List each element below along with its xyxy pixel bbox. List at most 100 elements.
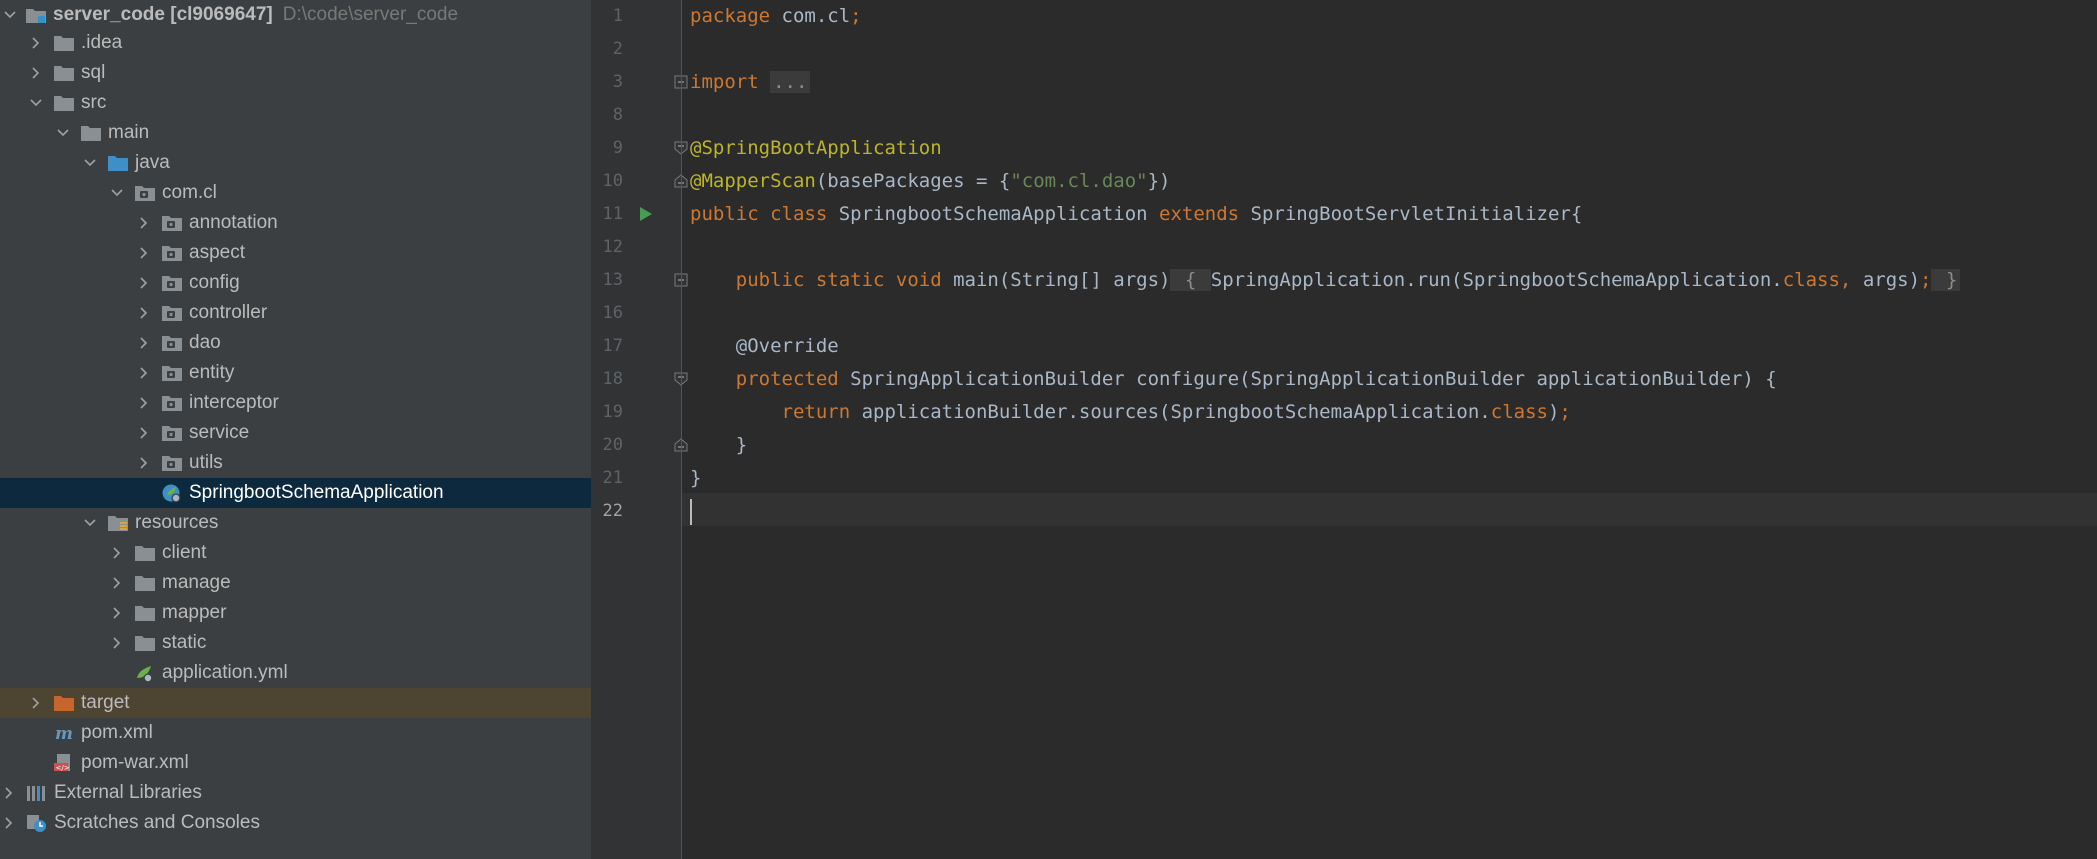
code-line[interactable]: package com.cl; (690, 0, 862, 33)
chevron-right-icon[interactable] (136, 275, 152, 291)
chevron-right-icon[interactable] (28, 65, 44, 81)
chevron-right-icon[interactable] (136, 395, 152, 411)
project-root-row[interactable]: server_code [cl9069647] D:\code\server_c… (0, 0, 591, 30)
tree-row-config[interactable]: config (0, 268, 591, 298)
code-token: protected (735, 368, 851, 390)
tree-row-entity[interactable]: entity (0, 358, 591, 388)
line-number: 20 (602, 435, 623, 455)
scratches-icon (26, 813, 48, 833)
chevron-down-icon[interactable] (82, 155, 98, 171)
chevron-right-icon[interactable] (28, 35, 44, 51)
chevron-right-icon[interactable] (136, 305, 152, 321)
tree-row-external-libraries[interactable]: External Libraries (0, 778, 591, 808)
code-line[interactable]: @MapperScan(basePackages = {"com.cl.dao"… (690, 165, 1170, 198)
folded-code-placeholder[interactable]: { (1170, 269, 1211, 291)
code-editor[interactable]: 1 2 3 8 9 10 11 12 13 16 17 18 19 20 21 22 package com.… (591, 0, 2097, 859)
current-line-highlight (682, 493, 2097, 526)
tree-row-mapper[interactable]: mapper (0, 598, 591, 628)
line-number: 18 (602, 369, 623, 389)
chevron-down-icon[interactable] (28, 95, 44, 111)
chevron-right-icon[interactable] (109, 605, 125, 621)
tree-row-label: interceptor (189, 392, 279, 413)
tree-row-label: dao (189, 332, 221, 353)
tree-row-utils[interactable]: utils (0, 448, 591, 478)
tree-row-sql[interactable]: sql (0, 58, 591, 88)
code-token: return (781, 401, 862, 423)
resources-folder-icon (107, 513, 129, 533)
folded-code-placeholder[interactable]: ... (770, 71, 811, 93)
package-icon (161, 303, 183, 323)
chevron-right-icon[interactable] (1, 785, 17, 801)
code-token: @MapperScan (690, 170, 816, 192)
code-line[interactable]: @Override (690, 330, 839, 363)
tree-row-static[interactable]: static (0, 628, 591, 658)
chevron-right-icon[interactable] (109, 545, 125, 561)
package-icon (161, 363, 183, 383)
tree-row-springbootschemaapplication[interactable]: SpringbootSchemaApplication (0, 478, 591, 508)
tree-row-label: application.yml (162, 662, 288, 683)
chevron-right-icon[interactable] (136, 425, 152, 441)
code-token: ; (1920, 269, 1932, 291)
code-line[interactable]: return applicationBuilder.sources(Spring… (690, 396, 1571, 429)
code-token: ; (1559, 401, 1571, 423)
tree-row-client[interactable]: client (0, 538, 591, 568)
tree-row-label: src (81, 92, 107, 113)
chevron-right-icon[interactable] (136, 245, 152, 261)
tree-row-manage[interactable]: manage (0, 568, 591, 598)
tree-row-idea[interactable]: .idea (0, 28, 591, 58)
code-line[interactable]: protected SpringApplicationBuilder confi… (690, 363, 1777, 396)
chevron-right-icon[interactable] (136, 335, 152, 351)
code-line[interactable]: } (690, 462, 701, 495)
spring-yml-icon (134, 663, 156, 683)
chevron-right-icon[interactable] (109, 575, 125, 591)
tree-row-src[interactable]: src (0, 88, 591, 118)
chevron-right-icon[interactable] (136, 215, 152, 231)
code-line[interactable] (690, 495, 692, 528)
chevron-down-icon[interactable] (2, 7, 16, 23)
code-line[interactable]: import ... (690, 66, 811, 99)
chevron-right-icon[interactable] (28, 695, 44, 711)
chevron-down-icon[interactable] (109, 185, 125, 201)
code-token: "com.cl.dao" (1010, 170, 1148, 192)
chevron-down-icon[interactable] (55, 125, 71, 141)
tree-row-service[interactable]: service (0, 418, 591, 448)
code-token: public static void (735, 269, 954, 291)
code-line[interactable]: public class SpringbootSchemaApplication… (690, 198, 1582, 231)
chevron-right-icon[interactable] (109, 635, 125, 651)
chevron-down-icon[interactable] (82, 515, 98, 531)
tree-row-controller[interactable]: controller (0, 298, 591, 328)
source-folder-icon (107, 153, 129, 173)
code-line[interactable]: public static void main(String[] args) {… (690, 264, 1961, 297)
code-line[interactable]: @SpringBootApplication (690, 132, 942, 165)
tree-row-dao[interactable]: dao (0, 328, 591, 358)
line-number: 13 (602, 270, 623, 290)
run-gutter-icon[interactable] (639, 206, 653, 222)
module-folder-icon (25, 5, 47, 25)
tree-row-application-yml[interactable]: application.yml (0, 658, 591, 688)
chevron-right-icon[interactable] (1, 815, 17, 831)
tree-row-scratches-and-consoles[interactable]: Scratches and Consoles (0, 808, 591, 838)
tree-row-main[interactable]: main (0, 118, 591, 148)
folder-icon (53, 33, 75, 53)
folded-code-placeholder[interactable]: } (1931, 269, 1961, 291)
tree-row-interceptor[interactable]: interceptor (0, 388, 591, 418)
project-root-name: server_code [cl9069647] (53, 4, 273, 25)
code-token: class (1490, 401, 1548, 423)
chevron-right-icon[interactable] (136, 365, 152, 381)
tree-row-pom-xml[interactable]: m pom.xml (0, 718, 591, 748)
line-number-gutter: 1 2 3 8 9 10 11 12 13 16 17 18 19 20 21 22 (591, 0, 688, 859)
tree-row-target[interactable]: target (0, 688, 591, 718)
tree-row-resources[interactable]: resources (0, 508, 591, 538)
libraries-icon (26, 783, 48, 803)
tree-row-com-cl[interactable]: com.cl (0, 178, 591, 208)
tree-row-annotation[interactable]: annotation (0, 208, 591, 238)
code-line[interactable]: } (690, 429, 747, 462)
folder-icon (134, 633, 156, 653)
tree-row-label: entity (189, 362, 235, 383)
code-token: (basePackages = { (815, 170, 1011, 192)
chevron-right-icon[interactable] (136, 455, 152, 471)
tree-row-aspect[interactable]: aspect (0, 238, 591, 268)
tree-row-label: pom.xml (81, 722, 153, 743)
tree-row-pom-war-xml[interactable]: </> pom-war.xml (0, 748, 591, 778)
tree-row-java[interactable]: java (0, 148, 591, 178)
